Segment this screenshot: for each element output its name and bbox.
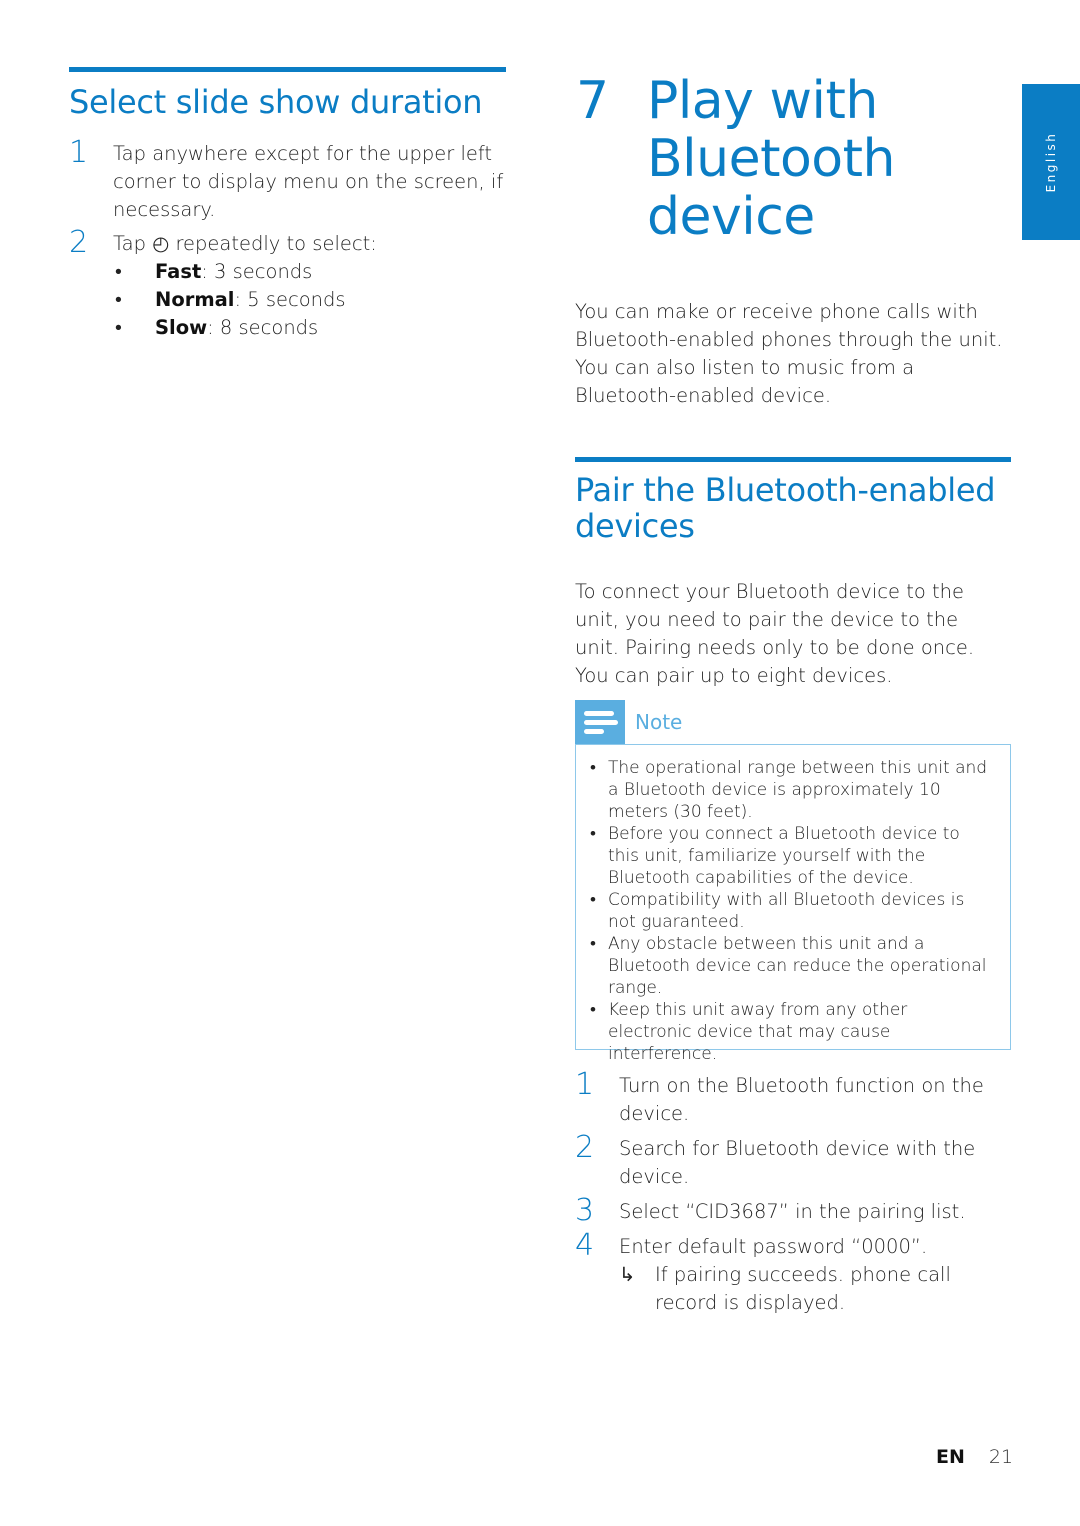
option-name: Fast (155, 260, 202, 283)
step-item: 4 Enter default password “0000”. (575, 1229, 1011, 1263)
left-column: Select slide show duration 1 Tap anywher… (69, 67, 506, 342)
note-list: The operational range between this unit … (576, 745, 1010, 1065)
step-item: 2 Tap ◴ repeatedly to select: (69, 226, 506, 260)
step-text: Search for Bluetooth device with the dev… (619, 1137, 976, 1188)
chapter-number: 7 (576, 71, 610, 131)
step-text-before: Tap (113, 232, 147, 255)
clock-icon: ◴ (152, 232, 170, 255)
section-heading-pair: Pair the Bluetooth-enabled devices (575, 471, 996, 545)
note-item: Keep this unit away from any other elect… (588, 999, 996, 1065)
option-value: : 5 seconds (234, 288, 346, 311)
note-box: The operational range between this unit … (575, 744, 1011, 1064)
step-number: 4 (575, 1228, 595, 1263)
pair-paragraph: To connect your Bluetooth device to the … (575, 580, 975, 659)
step-number: 1 (575, 1067, 595, 1102)
note-header: Note (575, 700, 682, 744)
pair-paragraph: You can pair up to eight devices. (575, 664, 893, 687)
chapter-title: Play with Bluetooth device (647, 72, 895, 246)
step-text: Tap anywhere except for the upper left c… (113, 142, 504, 221)
result-arrow-icon: ↳ (619, 1263, 636, 1286)
option-item: Fast: 3 seconds (113, 258, 506, 286)
step-item: 1 Turn on the Bluetooth function on the … (575, 1068, 1011, 1128)
section-heading-slide-show: Select slide show duration (69, 83, 483, 121)
option-name: Slow (155, 316, 208, 339)
step-number: 2 (575, 1130, 595, 1165)
option-value: : 8 seconds (207, 316, 319, 339)
option-name: Normal (155, 288, 235, 311)
note-item: The operational range between this unit … (588, 757, 996, 823)
step-result: ↳ If pairing succeeds. phone call record… (575, 1261, 1011, 1317)
note-label: Note (635, 710, 683, 734)
note-item: Any obstacle between this unit and a Blu… (588, 933, 996, 999)
step-item: 3 Select “CID3687” in the pairing list. (575, 1194, 1011, 1228)
step-number: 1 (69, 135, 89, 170)
step-text: Enter default password “0000”. (619, 1235, 928, 1258)
note-item: Compatibility with all Bluetooth devices… (588, 889, 996, 933)
section-rule (575, 457, 1011, 462)
step-text: Turn on the Bluetooth function on the de… (619, 1074, 984, 1125)
option-item: Normal: 5 seconds (113, 286, 506, 314)
footer-language: EN (936, 1446, 965, 1468)
option-item: Slow: 8 seconds (113, 314, 506, 342)
chapter-title-line: device (647, 187, 815, 247)
step-number: 3 (575, 1193, 595, 1228)
note-icon (575, 700, 625, 744)
option-value: : 3 seconds (201, 260, 313, 283)
pairing-steps: 1 Turn on the Bluetooth function on the … (575, 1068, 1011, 1317)
step-text-after: repeatedly to select: (175, 232, 377, 255)
step-item: 1 Tap anywhere except for the upper left… (69, 136, 506, 224)
duration-options: Fast: 3 seconds Normal: 5 seconds Slow: … (113, 258, 506, 342)
chapter-intro: You can make or receive phone calls with… (575, 300, 1003, 407)
result-text: If pairing succeeds. phone call record i… (655, 1263, 951, 1314)
step-number: 2 (69, 225, 89, 260)
pair-section: Pair the Bluetooth-enabled devices To co… (575, 457, 1011, 690)
note-item: Before you connect a Bluetooth device to… (588, 823, 996, 889)
section-rule (69, 67, 506, 72)
page-number: 21 (988, 1446, 1014, 1468)
language-tab: English (1022, 84, 1080, 240)
step-item: 2 Search for Bluetooth device with the d… (575, 1131, 1011, 1191)
language-tab-label: English (1044, 131, 1058, 193)
chapter-title-line: Play with (647, 71, 878, 131)
chapter-title-line: Bluetooth (647, 129, 895, 189)
step-text: Select “CID3687” in the pairing list. (619, 1200, 966, 1223)
page-footer: EN 21 (936, 1446, 1013, 1468)
